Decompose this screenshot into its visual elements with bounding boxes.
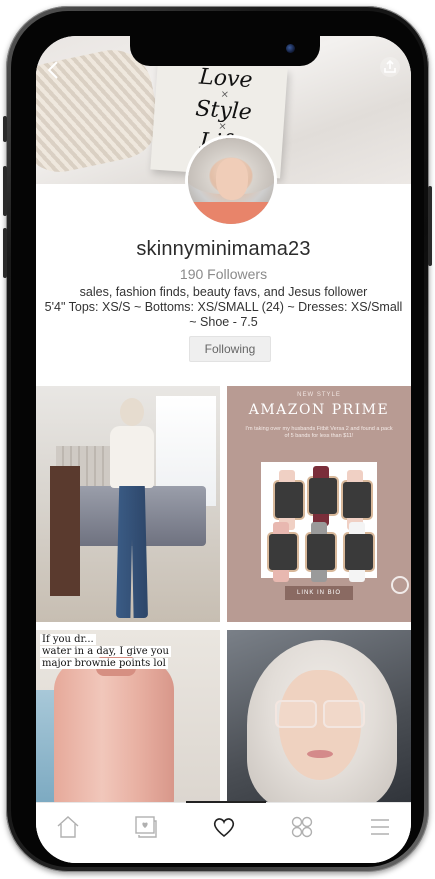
watch-2: [307, 466, 339, 526]
outfit-person: [110, 398, 154, 618]
photo-heart-icon: [135, 816, 157, 838]
follower-count[interactable]: 190 Followers: [36, 266, 411, 282]
watch-4: [267, 522, 299, 582]
tab-menu[interactable]: [360, 813, 400, 845]
side-button-volume-up: [3, 166, 7, 216]
back-chevron-icon[interactable]: [42, 58, 66, 82]
heart-icon: [213, 818, 235, 838]
bottom-tab-bar: [36, 801, 411, 863]
amazon-kicker: NEW STYLE: [297, 392, 341, 398]
menu-icon: [371, 819, 389, 835]
tab-collections[interactable]: [282, 813, 322, 845]
home-icon: [57, 816, 79, 838]
post-tile-amazon-prime[interactable]: NEW STYLE AMAZON PRIME I'm taking over m…: [227, 386, 411, 622]
bio-line-2: 5'4" Tops: XS/S ~ Bottoms: XS/SMALL (24)…: [44, 300, 403, 329]
watch-3: [341, 470, 373, 530]
watch-6: [343, 522, 375, 582]
post-tile-water-bottle[interactable]: If you dr... water in a day, I give you …: [36, 630, 220, 804]
outfit-person-jeans: [116, 486, 148, 618]
selfie-lens-right: [323, 700, 365, 728]
watch-5: [305, 522, 337, 582]
phone-frame: Love × Style × Life: [3, 6, 432, 872]
watch-1: [273, 470, 305, 530]
app-screen: Love × Style × Life: [36, 36, 411, 863]
avatar[interactable]: [188, 138, 274, 224]
outfit-person-head: [120, 398, 144, 426]
grid-icon: [291, 816, 313, 838]
avatar-shirt: [188, 202, 274, 224]
tab-favorites[interactable]: [204, 813, 244, 845]
phone-notch: [130, 36, 320, 66]
selfie-lens-left: [275, 700, 317, 728]
side-button-power: [428, 186, 432, 266]
shop-ring-icon: [391, 576, 409, 594]
watch-bands-photo: [261, 462, 377, 582]
selfie-glasses: [275, 700, 365, 728]
profile-bio: sales, fashion finds, beauty favs, and J…: [44, 285, 403, 330]
side-button-volume-down: [3, 228, 7, 278]
bio-line-1: sales, fashion finds, beauty favs, and J…: [79, 285, 368, 299]
outfit-dresser: [50, 466, 80, 596]
amazon-title: AMAZON PRIME: [248, 402, 390, 418]
front-camera: [286, 44, 295, 53]
active-tab-indicator: [186, 801, 266, 803]
tab-feed[interactable]: [126, 813, 166, 845]
water-bottle: [54, 660, 174, 804]
amazon-description: I'm taking over my husbands Fitbit Versa…: [245, 426, 393, 439]
tab-home[interactable]: [48, 813, 88, 845]
selfie-lips: [307, 750, 333, 758]
share-icon[interactable]: [379, 56, 401, 78]
avatar-face: [216, 158, 248, 200]
profile-username: skinnyminimama23: [136, 238, 311, 260]
link-in-bio-badge: LINK IN BIO: [285, 586, 353, 600]
post-tile-selfie[interactable]: [227, 630, 411, 804]
bottle-caption-line-1: If you dr...: [40, 634, 96, 645]
bottle-caption-line-2: water in a day, I give you: [40, 646, 172, 657]
following-button[interactable]: Following: [189, 336, 271, 362]
bottle-caption-line-3: major brownie points lol: [40, 658, 168, 669]
outfit-person-top: [110, 426, 154, 488]
bottle-caption: If you dr... water in a day, I give you …: [40, 634, 180, 670]
side-button-silent: [3, 116, 7, 142]
post-tile-outfit[interactable]: [36, 386, 220, 622]
